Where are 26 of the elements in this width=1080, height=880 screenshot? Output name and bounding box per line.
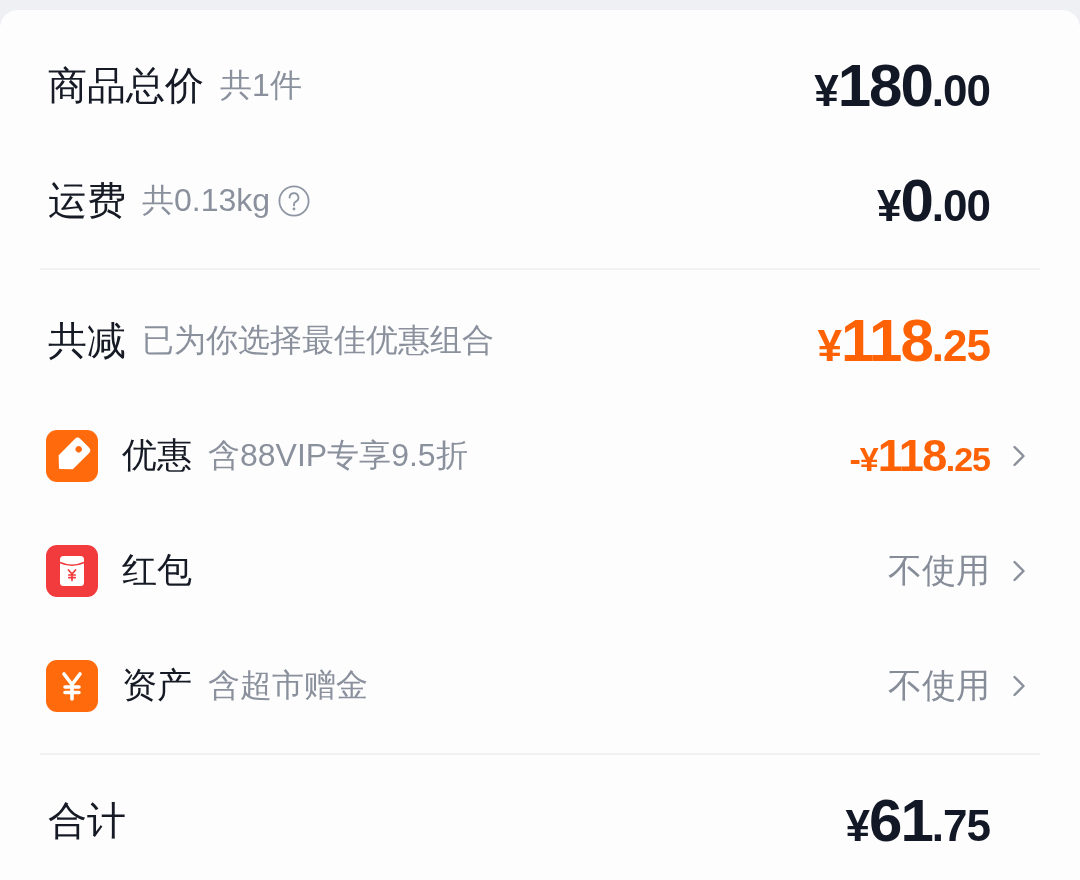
envelope-icon	[46, 544, 98, 597]
row-note: 已为你选择最佳优惠组合	[142, 320, 494, 360]
option-value[interactable]: 不使用	[888, 662, 990, 709]
yen-icon	[46, 659, 98, 712]
row-label: 共减	[48, 317, 126, 364]
row-label: 合计	[48, 798, 126, 844]
row-label: 红包	[122, 549, 192, 591]
row-note: 共1件	[220, 65, 302, 105]
row-label: 优惠	[122, 434, 192, 476]
chevron-right-icon[interactable]	[1012, 559, 1026, 582]
price-amount: ¥180.00	[814, 55, 990, 116]
help-icon[interactable]	[278, 184, 311, 217]
discount-amount: -¥118.25	[849, 433, 990, 478]
chevron-right-icon[interactable]	[1012, 444, 1026, 467]
chevron-right-icon[interactable]	[1012, 674, 1026, 697]
tag-icon	[46, 429, 98, 482]
discount-total-amount: ¥118.25	[817, 310, 990, 371]
row-label: 运费	[48, 177, 126, 224]
option-value[interactable]: 不使用	[888, 547, 990, 594]
row-label: 商品总价	[48, 62, 204, 109]
row-note: 共0.13kg	[142, 180, 271, 220]
row-note: 含超市赠金	[208, 665, 368, 705]
price-amount: ¥0.00	[876, 170, 990, 231]
row-label: 资产	[122, 664, 192, 706]
total-amount: ¥61.75	[845, 791, 990, 851]
row-note: 含88VIP专享9.5折	[208, 435, 468, 475]
